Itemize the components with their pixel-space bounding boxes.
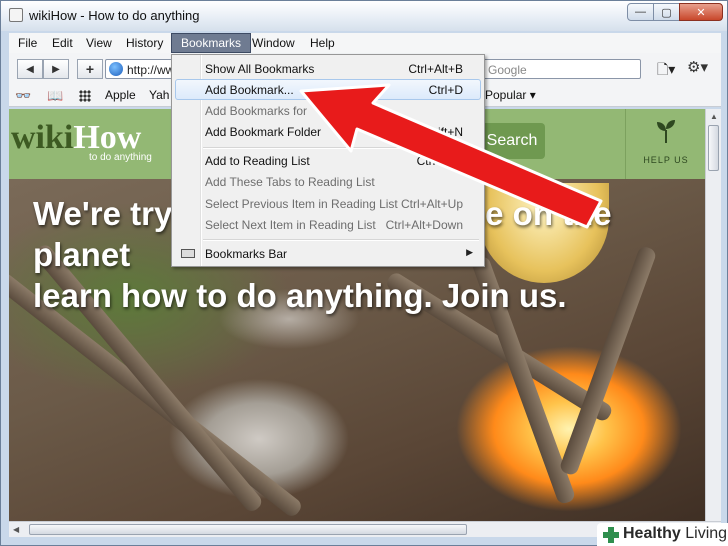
vertical-scrollbar[interactable]: ▲ <box>705 109 721 521</box>
menu-history[interactable]: History <box>117 33 172 53</box>
page-menu-icon[interactable]: 🗋▾ <box>657 59 675 83</box>
headline-line3: learn how to do anything. Join us. <box>33 277 567 314</box>
menu-bookmarks[interactable]: Bookmarks <box>171 33 252 53</box>
menu-item-add-bookmark[interactable]: Add Bookmark... Ctrl+D <box>175 79 481 100</box>
address-text: http://ww <box>127 63 175 77</box>
add-bookmark-button[interactable]: + <box>77 59 103 79</box>
menu-item-select-next-reading[interactable]: Select Next Item in Reading List Ctrl+Al… <box>175 214 481 235</box>
book-icon[interactable]: 📖 <box>47 88 63 104</box>
bookmark-apple[interactable]: Apple <box>105 88 136 102</box>
site-search-button[interactable]: Search <box>479 123 545 159</box>
watermark-text: Healthy Living <box>623 525 728 542</box>
menu-item-add-tabs-to-reading-list[interactable]: Add These Tabs to Reading List <box>175 171 481 192</box>
headline-line1-end: ne on the <box>465 195 612 232</box>
sprout-icon <box>657 120 675 143</box>
bookmarks-bar-icon <box>181 249 195 258</box>
menu-window[interactable]: Window <box>243 33 304 53</box>
horizontal-scroll-thumb[interactable] <box>29 524 467 535</box>
scroll-left-icon[interactable]: ◀ <box>13 525 19 534</box>
maximize-button[interactable]: ▢ <box>653 3 680 21</box>
help-us-label: HELP US <box>643 155 689 165</box>
logo-tagline: to do anything <box>89 152 152 163</box>
wikihow-logo[interactable]: wikiHow <box>11 121 141 155</box>
page-favicon-icon <box>9 8 23 22</box>
top-sites-grid-icon[interactable] <box>79 90 91 102</box>
headline-line1-start: We're try <box>33 195 173 232</box>
logo-how: How <box>73 119 142 156</box>
menu-help[interactable]: Help <box>301 33 344 53</box>
menu-item-add-bookmark-folder[interactable]: Add Bookmark Folder trl+Shift+N <box>175 121 481 142</box>
forward-button[interactable]: ▶ <box>43 59 69 79</box>
health-cross-icon <box>603 527 619 543</box>
reading-list-icon[interactable]: 👓 <box>15 88 31 104</box>
menu-item-add-to-reading-list[interactable]: Add to Reading List Ctrl+Shif <box>175 150 481 171</box>
browser-window: wikiHow - How to do anything — ▢ ✕ File … <box>0 0 728 546</box>
logo-wiki: wiki <box>11 119 74 156</box>
menu-bar: File Edit View History Bookmarks Window … <box>9 33 721 53</box>
menu-edit[interactable]: Edit <box>43 33 82 53</box>
window-title: wikiHow - How to do anything <box>29 8 200 23</box>
menu-file[interactable]: File <box>9 33 46 53</box>
title-bar: wikiHow - How to do anything — ▢ ✕ <box>1 1 727 31</box>
back-button[interactable]: ◀ <box>17 59 43 79</box>
menu-separator <box>203 147 479 149</box>
gear-icon[interactable]: ⚙▾ <box>687 58 708 76</box>
bookmark-popular[interactable]: Popular ▾ <box>485 88 536 102</box>
scroll-up-icon[interactable]: ▲ <box>710 112 718 121</box>
window-controls: — ▢ ✕ <box>627 3 723 21</box>
menu-item-show-all-bookmarks[interactable]: Show All Bookmarks Ctrl+Alt+B <box>175 58 481 79</box>
healthy-living-watermark: Healthy Living <box>597 523 728 546</box>
menu-item-select-previous-reading[interactable]: Select Previous Item in Reading List Ctr… <box>175 193 481 214</box>
help-us-link[interactable]: HELP US <box>625 109 705 179</box>
bookmark-yahoo[interactable]: Yah <box>149 88 169 102</box>
vertical-scroll-thumb[interactable] <box>708 125 719 171</box>
submenu-arrow-icon: ▶ <box>466 247 473 257</box>
menu-separator <box>203 239 479 241</box>
search-placeholder: Google <box>488 63 527 77</box>
search-input[interactable]: Google <box>479 59 641 79</box>
bookmarks-menu: Show All Bookmarks Ctrl+Alt+B Add Bookma… <box>171 54 485 267</box>
globe-icon <box>109 62 123 76</box>
menu-item-add-bookmarks-for-tabs[interactable]: Add Bookmarks for <box>175 100 481 121</box>
menu-view[interactable]: View <box>77 33 121 53</box>
minimize-button[interactable]: — <box>627 3 654 21</box>
close-button[interactable]: ✕ <box>679 3 723 21</box>
menu-item-bookmarks-bar[interactable]: Bookmarks Bar ▶ <box>175 243 481 264</box>
